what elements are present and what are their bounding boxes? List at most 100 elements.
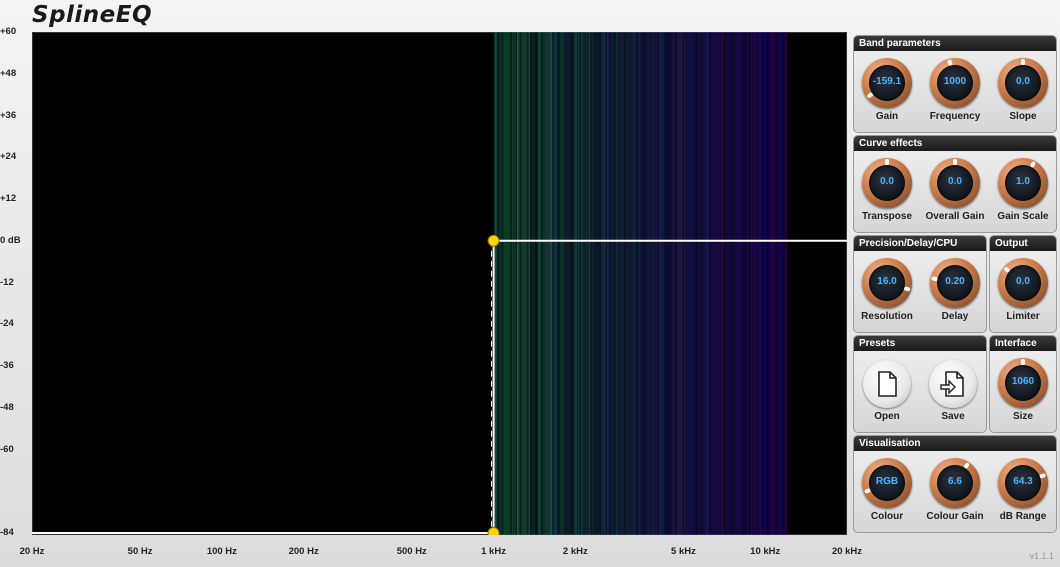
spectrum-line <box>583 32 585 535</box>
spectrum-line <box>600 32 602 535</box>
spectrum-line <box>536 32 538 535</box>
spectrum-line <box>692 32 694 535</box>
spectrum-line <box>596 32 598 535</box>
gain-scale-knob-group: 1.0 Gain Scale <box>992 158 1054 222</box>
gain-value: -159.1 <box>872 76 902 87</box>
size-knob[interactable]: 1060 <box>998 358 1048 408</box>
limiter-value: 0.0 <box>1016 276 1030 287</box>
frequency-knob[interactable]: 1000 <box>930 58 980 108</box>
spectrum-line <box>608 32 610 535</box>
spectrum-line <box>721 32 723 535</box>
db-range-value: 64.3 <box>1013 476 1033 487</box>
spectrum-line <box>712 32 714 535</box>
spectrum-line <box>704 32 706 535</box>
spectrum-line <box>598 32 601 535</box>
gain-scale-knob[interactable]: 1.0 <box>998 158 1048 208</box>
open-preset-circle[interactable] <box>863 360 911 408</box>
spectrum-line <box>537 32 539 535</box>
colour-knob[interactable]: RGB <box>862 458 912 508</box>
spectrum-line <box>497 32 499 535</box>
spectrum-line <box>494 32 497 535</box>
spectrum-line <box>519 32 521 535</box>
spectrum-line <box>714 32 716 535</box>
spectrum-line <box>572 32 575 535</box>
panel-title: Output <box>990 236 1056 251</box>
colour-gain-knob[interactable]: 6.6 <box>930 458 980 508</box>
spectrum-line <box>770 32 772 535</box>
transpose-knob[interactable]: 0.0 <box>862 158 912 208</box>
db-range-knob[interactable]: 64.3 <box>998 458 1048 508</box>
interface-panel: Interface 1060 Size <box>989 335 1057 433</box>
spectrum-line <box>632 32 634 535</box>
spectrum-line <box>725 32 727 535</box>
spectrum-line <box>683 32 685 535</box>
spectrum-line <box>687 32 689 535</box>
spectrum-line <box>652 32 654 535</box>
delay-knob[interactable]: 0.20 <box>930 258 980 308</box>
spectrum-line <box>653 32 655 535</box>
y-tick-label: -84 <box>0 527 14 538</box>
spectrum-line <box>552 32 554 535</box>
spectrum-line <box>540 32 542 535</box>
spectrum-line <box>743 32 745 535</box>
spectrum-line <box>715 32 718 535</box>
spectrum-line <box>673 32 675 535</box>
y-tick-label: -48 <box>0 401 14 413</box>
x-tick-label: 100 Hz <box>206 546 237 557</box>
spectrum-line <box>541 32 543 535</box>
spectrum-line <box>514 32 516 535</box>
open-preset-button[interactable]: Open <box>856 360 918 422</box>
spectrum-line <box>645 32 647 535</box>
spectrum-line <box>656 32 658 535</box>
spectrum-line <box>533 32 536 535</box>
spectrum-line <box>709 32 711 535</box>
spectrum-line <box>517 32 519 535</box>
frequency-value: 1000 <box>943 76 967 87</box>
save-preset-button[interactable]: Save <box>922 360 984 422</box>
slope-knob[interactable]: 0.0 <box>998 58 1048 108</box>
spectrum-line <box>736 32 738 535</box>
output-panel: Output 0.0 Limiter <box>989 235 1057 333</box>
spectrum-line <box>710 32 712 535</box>
spectrum-line <box>527 32 529 535</box>
spectrum-line <box>749 32 751 535</box>
overall-gain-knob[interactable]: 0.0 <box>930 158 980 208</box>
gain-knob[interactable]: -159.1 <box>862 58 912 108</box>
spectrum-line <box>505 32 507 535</box>
spectrum-line <box>556 32 558 535</box>
x-tick-label: 20 kHz <box>831 546 863 557</box>
eq-graph-canvas[interactable] <box>32 32 847 535</box>
gain-scale-label: Gain Scale <box>997 211 1049 222</box>
spectrum-line <box>504 32 506 535</box>
spectrum-line <box>557 32 559 535</box>
spectrum-line <box>500 32 502 535</box>
save-preset-circle[interactable] <box>929 360 977 408</box>
resolution-knob[interactable]: 16.0 <box>862 258 912 308</box>
spectrum-line <box>509 32 511 535</box>
y-tick-label: +12 <box>0 193 17 204</box>
eq-node[interactable] <box>487 527 500 536</box>
limiter-knob[interactable]: 0.0 <box>998 258 1048 308</box>
spectrum-line <box>636 32 638 535</box>
spectrum-line <box>752 32 754 535</box>
precision-panel: Precision/Delay/CPU 16.0 Resolution 0.20 De… <box>853 235 987 333</box>
spectrum-line <box>663 32 666 535</box>
delay-label: Delay <box>941 311 969 322</box>
panel-title: Visualisation <box>854 436 1056 451</box>
spectrum-line <box>754 32 757 535</box>
spectrum-line <box>719 32 721 535</box>
eq-graph[interactable] <box>32 32 847 535</box>
spectrum-line <box>648 32 650 535</box>
eq-node[interactable] <box>487 234 500 247</box>
spectrum-line <box>554 32 556 535</box>
y-tick-label: -60 <box>0 443 14 455</box>
slope-knob-group: 0.0 Slope <box>992 58 1054 122</box>
spectrum-line <box>524 32 526 535</box>
spectrum-line <box>669 32 671 535</box>
spectrum-line <box>744 32 746 535</box>
resolution-value: 16.0 <box>877 276 897 287</box>
y-tick-label: +60 <box>0 26 17 37</box>
size-knob-group: 1060 Size <box>992 358 1054 422</box>
curve-effects-panel: Curve effects 0.0 Transpose 0.0 Overall Gai… <box>853 135 1057 233</box>
size-label: Size <box>1012 411 1033 422</box>
